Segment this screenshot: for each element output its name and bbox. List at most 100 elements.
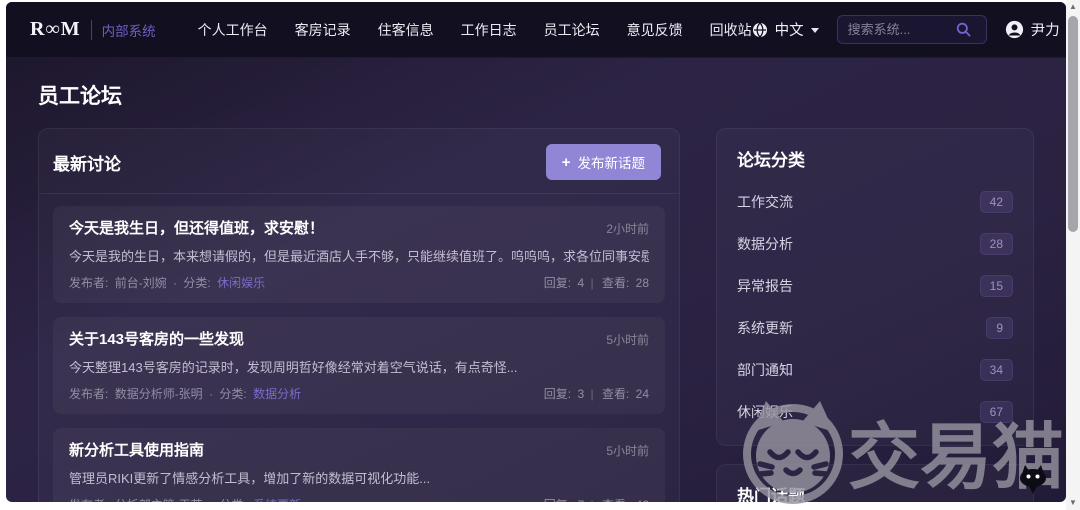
topic-author: 分析部主管-王芳 bbox=[115, 498, 203, 502]
category-count-badge: 15 bbox=[980, 275, 1013, 297]
pipe-separator: | bbox=[590, 498, 593, 502]
page-title: 员工论坛 bbox=[38, 80, 1066, 110]
category-item-notice[interactable]: 部门通知 34 bbox=[737, 349, 1013, 391]
publisher-label: 发布者: bbox=[69, 387, 108, 401]
nav-item-work-log[interactable]: 工作日志 bbox=[461, 20, 517, 40]
category-item-system[interactable]: 系统更新 9 bbox=[737, 307, 1013, 349]
nav-item-workbench[interactable]: 个人工作台 bbox=[198, 20, 268, 40]
app-window: R∞M 内部系统 个人工作台 客房记录 住客信息 工作日志 员工论坛 意见反馈 … bbox=[6, 2, 1066, 502]
topic-title-row: 今天是我生日，但还得值班，求安慰！ 2小时前 bbox=[69, 217, 649, 238]
category-label: 分类: bbox=[183, 276, 210, 290]
brand[interactable]: R∞M 内部系统 bbox=[30, 18, 156, 41]
search-icon[interactable] bbox=[956, 22, 971, 37]
categories-card: 论坛分类 工作交流 42 数据分析 28 异常报告 15 bbox=[716, 128, 1034, 446]
user-name: 尹力 bbox=[1031, 19, 1060, 40]
discussions-header: 最新讨论 bbox=[53, 150, 121, 175]
right-sidebar: 论坛分类 工作交流 42 数据分析 28 异常报告 15 bbox=[716, 128, 1034, 502]
discussions-card-header: 最新讨论 + 发布新话题 bbox=[39, 129, 679, 194]
brand-logo: R∞M bbox=[30, 18, 81, 41]
topic-time: 2小时前 bbox=[606, 220, 649, 237]
views-count: 24 bbox=[636, 387, 649, 401]
category-item-anomaly[interactable]: 异常报告 15 bbox=[737, 265, 1013, 307]
category-count-badge: 28 bbox=[980, 233, 1013, 255]
topic-meta-right: 回复: 7 | 查看: 42 bbox=[541, 496, 649, 502]
pipe-separator: | bbox=[590, 276, 593, 290]
topic-title[interactable]: 新分析工具使用指南 bbox=[69, 439, 204, 460]
topic-item[interactable]: 关于143号客房的一些发现 5小时前 今天整理143号客房的记录时，发现周明哲好… bbox=[53, 317, 665, 414]
category-item-work[interactable]: 工作交流 42 bbox=[737, 181, 1013, 223]
replies-count: 4 bbox=[577, 276, 584, 290]
topic-meta-left: 发布者: 分析部主管-王芳 · 分类: 系统更新 bbox=[69, 496, 301, 502]
category-label: 工作交流 bbox=[737, 192, 793, 212]
nav-item-feedback[interactable]: 意见反馈 bbox=[627, 20, 683, 40]
category-label: 数据分析 bbox=[737, 234, 793, 254]
new-topic-button[interactable]: + 发布新话题 bbox=[546, 144, 661, 180]
nav-item-guest-info[interactable]: 住客信息 bbox=[378, 20, 434, 40]
language-switcher[interactable]: 中文 bbox=[752, 19, 819, 40]
nav-item-employee-forum[interactable]: 员工论坛 bbox=[544, 20, 600, 40]
topic-meta-right: 回复: 4 | 查看: 28 bbox=[541, 274, 649, 291]
category-list: 工作交流 42 数据分析 28 异常报告 15 系统更新 bbox=[717, 179, 1033, 445]
avatar-icon bbox=[1005, 20, 1024, 39]
category-label: 部门通知 bbox=[737, 360, 793, 380]
replies-count: 7 bbox=[577, 498, 584, 502]
publisher-label: 发布者: bbox=[69, 276, 108, 290]
topic-excerpt: 管理员RIKI更新了情感分析工具，增加了新的数据可视化功能... bbox=[69, 468, 649, 487]
views-count: 28 bbox=[636, 276, 649, 290]
dot-separator: · bbox=[209, 498, 213, 502]
topic-meta: 发布者: 数据分析师-张明 · 分类: 数据分析 回复: 3 | 查看: bbox=[69, 385, 649, 402]
replies-label: 回复: bbox=[544, 276, 571, 290]
category-label: 休闲娱乐 bbox=[737, 402, 793, 422]
category-item-data[interactable]: 数据分析 28 bbox=[737, 223, 1013, 265]
views-label: 查看: bbox=[602, 387, 629, 401]
topic-author: 数据分析师-张明 bbox=[115, 387, 203, 401]
user-menu[interactable]: 尹力 bbox=[1005, 19, 1066, 40]
language-label: 中文 bbox=[775, 19, 804, 40]
scroll-down-arrow-icon[interactable]: ▼ bbox=[1066, 496, 1080, 510]
globe-icon bbox=[752, 22, 768, 38]
category-label: 系统更新 bbox=[737, 318, 793, 338]
main-nav: 个人工作台 客房记录 住客信息 工作日志 员工论坛 意见反馈 回收站 bbox=[198, 20, 752, 40]
topic-author: 前台-刘婉 bbox=[115, 276, 167, 290]
topic-item[interactable]: 新分析工具使用指南 5小时前 管理员RIKI更新了情感分析工具，增加了新的数据可… bbox=[53, 428, 665, 502]
topic-excerpt: 今天是我的生日，本来想请假的，但是最近酒店人手不够，只能继续值班了。呜呜呜，求各… bbox=[69, 246, 649, 265]
category-label: 分类: bbox=[219, 498, 246, 502]
scrollbar-thumb[interactable] bbox=[1068, 16, 1078, 232]
search-box bbox=[837, 15, 987, 44]
category-label: 异常报告 bbox=[737, 276, 793, 296]
plus-icon: + bbox=[562, 154, 571, 171]
scrollbar[interactable]: ▲ ▼ bbox=[1066, 0, 1080, 510]
search-input[interactable] bbox=[848, 22, 956, 37]
topic-title[interactable]: 今天是我生日，但还得值班，求安慰！ bbox=[69, 217, 324, 238]
topic-category-link[interactable]: 系统更新 bbox=[253, 498, 301, 502]
topic-category-link[interactable]: 数据分析 bbox=[253, 387, 301, 401]
topic-title-row: 关于143号客房的一些发现 5小时前 bbox=[69, 328, 649, 349]
topic-item[interactable]: 今天是我生日，但还得值班，求安慰！ 2小时前 今天是我的生日，本来想请假的，但是… bbox=[53, 206, 665, 303]
dot-separator: · bbox=[173, 276, 177, 290]
brand-subtitle: 内部系统 bbox=[102, 20, 156, 40]
dot-separator: · bbox=[209, 387, 213, 401]
browser-frame: R∞M 内部系统 个人工作台 客房记录 住客信息 工作日志 员工论坛 意见反馈 … bbox=[0, 0, 1080, 510]
scroll-up-arrow-icon[interactable]: ▲ bbox=[1066, 0, 1080, 14]
topic-time: 5小时前 bbox=[606, 442, 649, 459]
chevron-down-icon bbox=[811, 28, 819, 33]
views-label: 查看: bbox=[602, 498, 629, 502]
publisher-label: 发布者: bbox=[69, 498, 108, 502]
nav-item-recycle-bin[interactable]: 回收站 bbox=[710, 20, 752, 40]
replies-label: 回复: bbox=[544, 387, 571, 401]
topic-meta: 发布者: 前台-刘婉 · 分类: 休闲娱乐 回复: 4 | 查看: bbox=[69, 274, 649, 291]
topic-category-link[interactable]: 休闲娱乐 bbox=[217, 276, 265, 290]
discussions-card: 最新讨论 + 发布新话题 今天是我生日，但还得值班，求安慰！ 2小时前 今天是我… bbox=[38, 128, 680, 502]
top-navbar: R∞M 内部系统 个人工作台 客房记录 住客信息 工作日志 员工论坛 意见反馈 … bbox=[6, 2, 1066, 58]
topic-title[interactable]: 关于143号客房的一些发现 bbox=[69, 328, 244, 349]
categories-header: 论坛分类 bbox=[717, 129, 1033, 179]
category-item-leisure[interactable]: 休闲娱乐 67 bbox=[737, 391, 1013, 433]
views-count: 42 bbox=[636, 498, 649, 502]
topic-list: 今天是我生日，但还得值班，求安慰！ 2小时前 今天是我的生日，本来想请假的，但是… bbox=[39, 194, 679, 502]
category-count-badge: 9 bbox=[986, 317, 1013, 339]
topic-excerpt: 今天整理143号客房的记录时，发现周明哲好像经常对着空气说话，有点奇怪... bbox=[69, 357, 649, 376]
pipe-separator: | bbox=[590, 387, 593, 401]
category-label: 分类: bbox=[219, 387, 246, 401]
nav-item-room-records[interactable]: 客房记录 bbox=[295, 20, 351, 40]
page-content: 最新讨论 + 发布新话题 今天是我生日，但还得值班，求安慰！ 2小时前 今天是我… bbox=[6, 128, 1066, 502]
